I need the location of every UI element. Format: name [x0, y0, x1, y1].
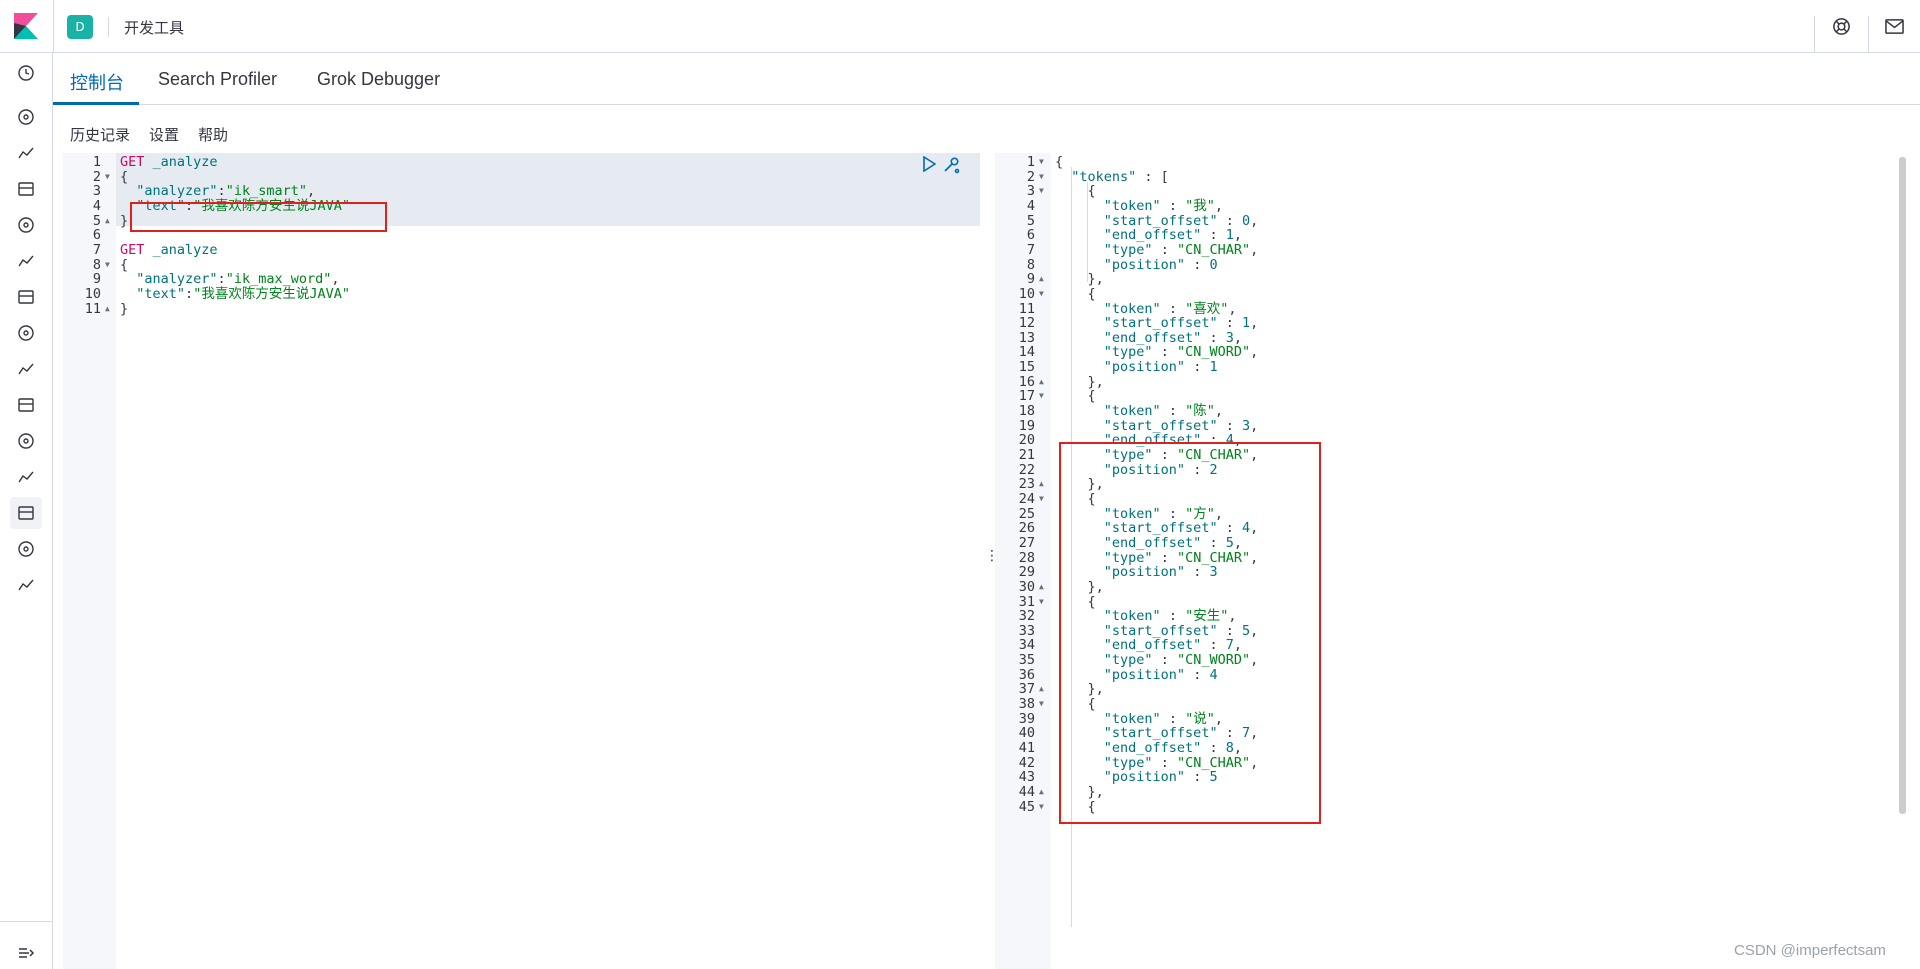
clock-icon[interactable] — [10, 57, 42, 89]
monitoring-icon[interactable] — [10, 533, 42, 565]
response-scrollbar[interactable] — [1899, 157, 1906, 814]
breadcrumb[interactable]: 开发工具 — [124, 17, 184, 38]
watermark: CSDN @imperfectsam — [1734, 942, 1886, 959]
metrics-icon[interactable] — [10, 317, 42, 349]
tab-bar: 控制台 Search Profiler Grok Debugger — [53, 53, 1920, 105]
code-line: GET _analyze — [120, 241, 218, 258]
code-line: GET _analyze — [120, 154, 218, 170]
fold-toggle-icon[interactable]: ▼ — [1039, 593, 1044, 611]
apm-icon[interactable] — [10, 389, 42, 421]
line-number: 45 — [1018, 798, 1035, 815]
fold-toggle-icon[interactable]: ▲ — [105, 300, 110, 318]
fold-toggle-icon[interactable]: ▼ — [1039, 798, 1044, 816]
tab-grok-debugger[interactable]: Grok Debugger — [317, 69, 440, 90]
kibana-logo-icon[interactable] — [14, 13, 38, 39]
maps-icon[interactable] — [10, 245, 42, 277]
breadcrumb-divider — [108, 17, 109, 37]
tab-search-profiler[interactable]: Search Profiler — [158, 69, 277, 90]
canvas-icon[interactable] — [10, 209, 42, 241]
code-line: } — [120, 212, 129, 229]
side-nav — [0, 53, 53, 969]
fold-toggle-icon[interactable]: ▼ — [105, 168, 110, 186]
nav-divider — [0, 921, 53, 922]
history-link[interactable]: 历史记录 — [70, 124, 130, 145]
highlight-box-response — [1059, 442, 1321, 824]
fold-toggle-icon[interactable]: ▲ — [105, 212, 110, 230]
header-divider — [1814, 16, 1815, 53]
request-editor[interactable]: GET _analyze{ "analyzer":"ik_smart", "te… — [63, 153, 980, 969]
top-header: D 开发工具 — [0, 0, 1920, 53]
uptime-icon[interactable] — [10, 425, 42, 457]
header-divider — [53, 0, 54, 53]
fold-toggle-icon[interactable]: ▼ — [1039, 182, 1044, 200]
help-icon[interactable] — [1832, 17, 1851, 36]
compass-icon[interactable] — [10, 101, 42, 133]
help-link[interactable]: 帮助 — [198, 124, 228, 145]
collapse-nav-icon[interactable] — [10, 937, 42, 969]
fold-toggle-icon[interactable]: ▼ — [1039, 285, 1044, 303]
settings-link[interactable]: 设置 — [149, 124, 179, 145]
chart-icon[interactable] — [10, 137, 42, 169]
management-icon[interactable] — [10, 569, 42, 601]
code-line: "text":"我喜欢陈方安生说JAVA" — [136, 285, 350, 302]
active-tab-indicator — [53, 102, 139, 105]
space-avatar[interactable]: D — [67, 15, 93, 39]
logs-icon[interactable] — [10, 353, 42, 385]
play-icon[interactable] — [922, 156, 936, 172]
indent-guide — [1087, 182, 1088, 282]
code-line: } — [120, 300, 129, 317]
fold-toggle-icon[interactable]: ▼ — [1039, 695, 1044, 713]
siem-icon[interactable] — [10, 461, 42, 493]
devtools-icon[interactable] — [10, 497, 42, 529]
header-divider — [1868, 16, 1869, 53]
fold-toggle-icon[interactable]: ▼ — [105, 256, 110, 274]
request-code-area[interactable]: GET _analyze{ "analyzer":"ik_smart", "te… — [116, 153, 980, 969]
dashboard-icon[interactable] — [10, 173, 42, 205]
mail-icon[interactable] — [1885, 18, 1904, 35]
line-number: 11 — [84, 300, 101, 317]
wrench-icon[interactable] — [942, 156, 960, 174]
tab-console[interactable]: 控制台 — [70, 69, 124, 95]
highlight-box-request — [130, 202, 387, 232]
fold-toggle-icon[interactable]: ▼ — [1039, 490, 1044, 508]
ml-icon[interactable] — [10, 281, 42, 313]
fold-toggle-icon[interactable]: ▼ — [1039, 387, 1044, 405]
